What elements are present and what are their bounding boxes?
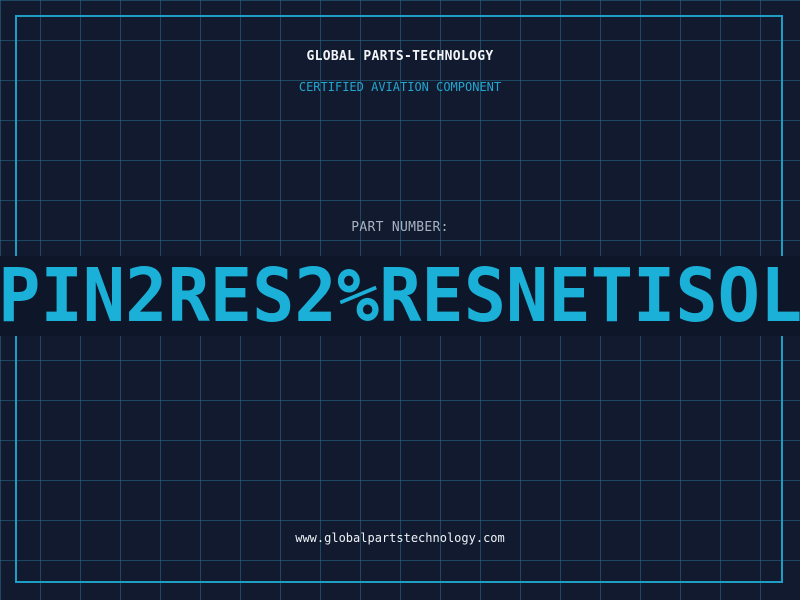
part-number-label: PART NUMBER: [351, 220, 449, 235]
part-number-value-container: PIN2RES2%RESNETISOL [0, 256, 800, 336]
website-url[interactable]: www.globalpartstechnology.com [0, 531, 800, 545]
part-number-band: PIN2RES2%RESNETISOL [0, 256, 800, 336]
brand-title: GLOBAL PARTS-TECHNOLOGY [306, 49, 494, 64]
certification-subtitle: CERTIFIED AVIATION COMPONENT [298, 80, 502, 94]
part-number-value: PIN2RES2%RESNETISOL [0, 256, 800, 336]
certificate-page: GLOBAL PARTS-TECHNOLOGY CERTIFIED AVIATI… [0, 0, 800, 600]
